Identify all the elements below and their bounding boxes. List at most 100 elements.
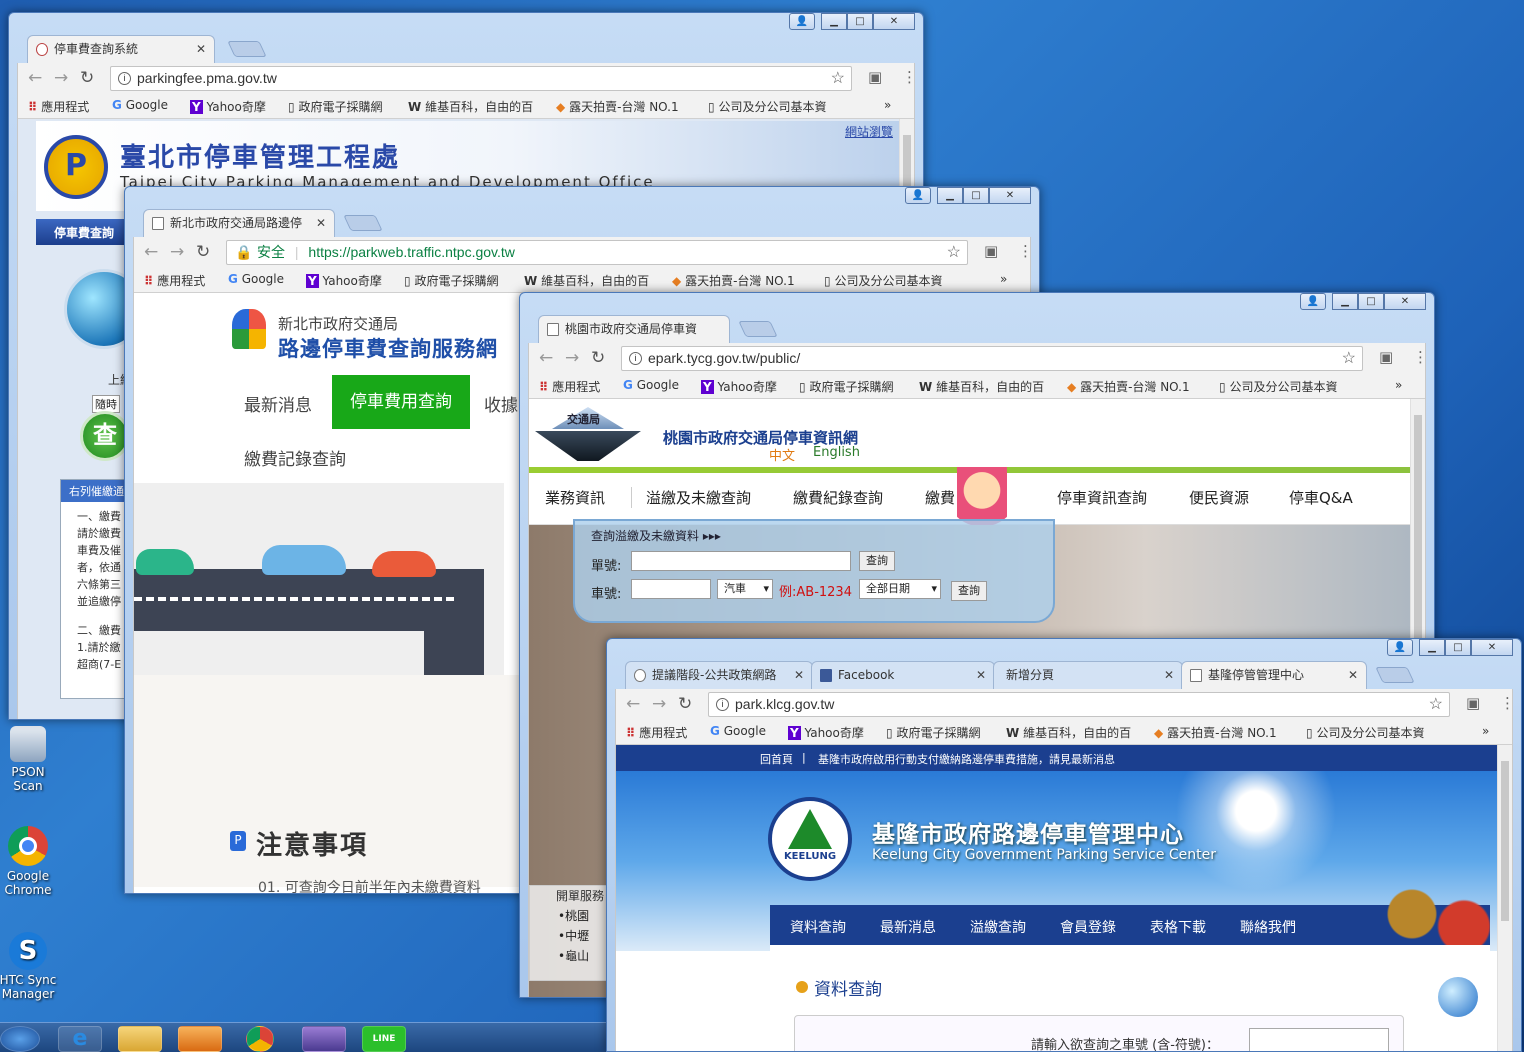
plate-input[interactable] [1249, 1028, 1389, 1051]
bookmark-apps[interactable]: ⠿ 應用程式 [144, 272, 205, 289]
new-tab-button[interactable] [738, 321, 778, 337]
browser-window-keelung[interactable]: 👤 ▁ □ ✕ 提議階段-公共政策網路 ✕ Facebook ✕ 新增分頁 ✕ … [606, 638, 1522, 1052]
nav-receipt[interactable]: 收據 [484, 391, 518, 416]
bookmarks-overflow-icon[interactable]: » [884, 98, 891, 112]
tab-close-icon[interactable]: ✕ [1348, 662, 1358, 688]
back-icon[interactable]: ← [28, 68, 42, 88]
sitemap-link[interactable]: 網站瀏覽 [845, 123, 893, 140]
close-button[interactable]: ✕ [989, 187, 1031, 204]
menu-icon[interactable]: ⋮ [902, 68, 917, 86]
nav-business-info[interactable]: 業務資訊 [545, 487, 605, 508]
tab-new[interactable]: 新增分頁 ✕ [993, 661, 1183, 689]
taskbar-chrome-icon[interactable] [246, 1026, 274, 1052]
bookmark-company[interactable]: ▯ 公司及分公司基本資 [824, 272, 942, 289]
htc-sync-desktop-icon[interactable]: S HTC Sync Manager [0, 932, 58, 1001]
bookmarks-overflow-icon[interactable]: » [1000, 272, 1007, 286]
bookmark-gov-procurement[interactable]: ▯ 政府電子採購網 [404, 272, 498, 289]
close-button[interactable]: ✕ [1471, 639, 1513, 656]
bookmarks-overflow-icon[interactable]: » [1395, 378, 1402, 392]
bookmark-company[interactable]: ▯ 公司及分公司基本資 [1219, 378, 1337, 395]
minimize-button[interactable]: ▁ [821, 13, 847, 30]
nav-forms[interactable]: 表格下載 [1150, 917, 1206, 937]
bookmark-company[interactable]: ▯ 公司及分公司基本資 [1306, 724, 1424, 741]
maximize-button[interactable]: □ [847, 13, 873, 30]
taskbar-media-icon[interactable] [178, 1026, 222, 1052]
query-button[interactable]: 查 [80, 411, 130, 461]
nav-data-query[interactable]: 資料查詢 [790, 917, 846, 937]
bookmark-wikipedia[interactable]: W 維基百科，自由的百 [524, 272, 649, 289]
nav-member-login[interactable]: 會員登錄 [1060, 917, 1116, 937]
bookmark-gov-procurement[interactable]: ▯ 政府電子採購網 [799, 378, 893, 395]
bookmark-ruten[interactable]: ◆ 露天拍賣-台灣 NO.1 [556, 98, 679, 115]
profile-button[interactable]: 👤 [789, 13, 815, 30]
bookmark-star-icon[interactable]: ☆ [1342, 347, 1356, 370]
tab-close-icon[interactable]: ✕ [316, 210, 326, 236]
reload-icon[interactable]: ↻ [678, 694, 692, 714]
tab-close-icon[interactable]: ✕ [794, 662, 804, 688]
menu-icon[interactable]: ⋮ [1413, 348, 1428, 366]
bookmark-gov-procurement[interactable]: ▯ 政府電子採購網 [886, 724, 980, 741]
forward-icon[interactable]: → [652, 694, 666, 714]
nav-fee-query[interactable]: 停車費用查詢 [332, 375, 470, 429]
bookmark-yahoo[interactable]: Y Yahoo奇摩 [788, 724, 864, 741]
address-bar[interactable]: i epark.tycg.gov.tw/public/ ☆ [621, 346, 1363, 371]
profile-button[interactable]: 👤 [905, 187, 931, 204]
back-icon[interactable]: ← [626, 694, 640, 714]
bookmark-company[interactable]: ▯ 公司及分公司基本資 [708, 98, 826, 115]
back-icon[interactable]: ← [144, 242, 158, 262]
plate-input[interactable] [631, 579, 711, 599]
reload-icon[interactable]: ↻ [591, 348, 605, 368]
bookmark-star-icon[interactable]: ☆ [947, 241, 961, 264]
epson-scan-desktop-icon[interactable]: PSON Scan [0, 726, 58, 793]
extension-icon[interactable]: ▣ [984, 242, 998, 260]
bookmark-apps[interactable]: ⠿ 應用程式 [539, 378, 600, 395]
new-tab-button[interactable] [343, 215, 383, 231]
minimize-button[interactable]: ▁ [937, 187, 963, 204]
forward-icon[interactable]: → [565, 348, 579, 368]
bookmark-gov-procurement[interactable]: ▯ 政府電子採購網 [288, 98, 382, 115]
google-chrome-desktop-icon[interactable]: Google Chrome [0, 826, 58, 897]
nav-payment-records[interactable]: 繳費記錄查詢 [244, 445, 346, 470]
maximize-button[interactable]: □ [1358, 293, 1384, 310]
minimize-button[interactable]: ▁ [1332, 293, 1358, 310]
nav-overpaid-query[interactable]: 溢繳查詢 [970, 917, 1026, 937]
extension-icon[interactable]: ▣ [1379, 348, 1393, 366]
address-bar[interactable]: 🔒 安全 | https://parkweb.traffic.ntpc.gov.… [226, 240, 968, 265]
car-type-select[interactable]: 汽車 ▾ [717, 579, 773, 599]
tab-close-icon[interactable]: ✕ [1164, 662, 1174, 688]
side-panel-item[interactable]: •龜山 [558, 946, 608, 966]
bookmarks-overflow-icon[interactable]: » [1482, 724, 1489, 738]
forward-icon[interactable]: → [54, 68, 68, 88]
nav-news[interactable]: 最新消息 [244, 391, 312, 416]
bookmark-star-icon[interactable]: ☆ [1429, 693, 1443, 716]
menu-parking-fee[interactable]: 停車費查詢 [54, 224, 114, 241]
nav-news[interactable]: 最新消息 [880, 917, 936, 937]
tab-keelung[interactable]: 基隆停管管理中心 ✕ [1181, 661, 1367, 689]
tab-close-icon[interactable]: ✕ [196, 36, 206, 62]
bookmark-google[interactable]: G Google [710, 724, 766, 738]
scrollbar[interactable] [1497, 745, 1512, 1051]
taskbar-ie-icon[interactable]: e [58, 1026, 102, 1052]
side-panel-item[interactable]: •中壢 [558, 926, 608, 946]
plate-query-button[interactable]: 查詢 [951, 581, 987, 601]
bookmark-yahoo[interactable]: Y Yahoo奇摩 [701, 378, 777, 395]
nav-overpaid-query[interactable]: 溢繳及未繳查詢 [631, 487, 751, 508]
back-icon[interactable]: ← [539, 348, 553, 368]
lang-zh-link[interactable]: 中文 [769, 445, 795, 464]
date-range-select[interactable]: 全部日期 ▾ [859, 579, 941, 599]
new-tab-button[interactable] [227, 41, 267, 57]
close-button[interactable]: ✕ [873, 13, 915, 30]
forward-icon[interactable]: → [170, 242, 184, 262]
bill-input[interactable] [631, 551, 851, 571]
minimize-button[interactable]: ▁ [1419, 639, 1445, 656]
extension-icon[interactable]: ▣ [1466, 694, 1480, 712]
reload-icon[interactable]: ↻ [80, 68, 94, 88]
bookmark-wikipedia[interactable]: W 維基百科，自由的百 [408, 98, 533, 115]
bookmark-ruten[interactable]: ◆ 露天拍賣-台灣 NO.1 [1067, 378, 1190, 395]
reload-icon[interactable]: ↻ [196, 242, 210, 262]
side-panel-item[interactable]: •桃園 [558, 906, 608, 926]
bookmark-google[interactable]: G Google [228, 272, 284, 286]
extension-icon[interactable]: ▣ [868, 68, 882, 86]
bookmark-apps[interactable]: ⠿ 應用程式 [28, 98, 89, 115]
nav-contact[interactable]: 聯絡我們 [1240, 917, 1296, 937]
